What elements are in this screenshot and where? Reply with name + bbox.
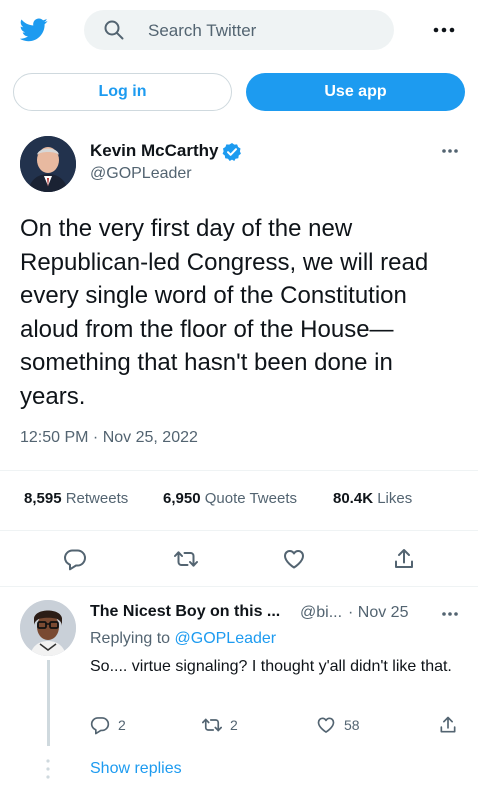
retweets-count: 8,595: [24, 490, 62, 507]
share-icon: [440, 716, 456, 733]
replying-to-mention[interactable]: @GOPLeader: [175, 630, 277, 647]
more-icon[interactable]: [440, 608, 460, 620]
reply-reply-action[interactable]: 2: [90, 715, 140, 735]
verified-badge-icon: [222, 143, 241, 161]
top-bar: Search Twitter: [0, 0, 478, 62]
divider: [0, 470, 478, 471]
more-icon[interactable]: [440, 145, 460, 157]
replying-to: Replying to @GOPLeader: [90, 630, 276, 648]
retweets-stat[interactable]: 8,595 Retweets: [24, 490, 128, 507]
reply-like-count: 58: [344, 717, 360, 733]
reply-icon: [90, 717, 110, 735]
retweets-label: Retweets: [65, 490, 129, 507]
reply-icon[interactable]: [63, 547, 87, 571]
reply-retweet-count: 2: [230, 717, 238, 733]
login-button[interactable]: Log in: [13, 73, 232, 111]
like-icon: [317, 717, 335, 733]
likes-stat[interactable]: 80.4K Likes: [333, 490, 412, 507]
search-placeholder: Search Twitter: [148, 21, 257, 40]
divider: [0, 586, 478, 587]
replying-to-prefix: Replying to: [90, 630, 171, 647]
reply-date[interactable]: · Nov 25: [348, 604, 408, 622]
search-icon: [104, 20, 124, 40]
show-replies-link[interactable]: Show replies: [90, 760, 182, 778]
author-handle[interactable]: @GOPLeader: [90, 165, 192, 183]
search-input[interactable]: Search Twitter: [84, 10, 394, 50]
use-app-button[interactable]: Use app: [246, 73, 465, 111]
quotes-label: Quote Tweets: [204, 490, 297, 507]
reply-retweet-action[interactable]: 2: [202, 715, 252, 735]
reply-author-handle[interactable]: @bi...: [300, 604, 342, 622]
tweet-text: On the very first day of the new Republi…: [20, 215, 429, 410]
retweet-icon[interactable]: [174, 547, 198, 571]
reply-author-avatar[interactable]: [20, 600, 76, 656]
author-avatar[interactable]: [20, 136, 76, 192]
reply-reply-count: 2: [118, 717, 126, 733]
tweet-timestamp[interactable]: 12:50 PM · Nov 25, 2022: [20, 429, 198, 447]
quotes-count: 6,950: [163, 490, 201, 507]
retweet-icon: [202, 718, 222, 732]
thread-line: [47, 660, 50, 746]
reply-text: So.... virtue signaling? I thought y'all…: [90, 658, 452, 675]
reply-like-action[interactable]: 58: [316, 715, 376, 735]
likes-count: 80.4K: [333, 490, 374, 507]
likes-label: Likes: [377, 490, 413, 507]
quote-tweets-stat[interactable]: 6,950 Quote Tweets: [163, 490, 297, 507]
author-name[interactable]: Kevin McCarthy: [90, 141, 218, 161]
reply-author-name[interactable]: The Nicest Boy on this ...: [90, 603, 280, 621]
tweet-stats: 8,595 Retweets 6,950 Quote Tweets 80.4K …: [20, 490, 460, 512]
like-icon[interactable]: [282, 547, 306, 571]
thread-dots: [46, 759, 50, 779]
reply-share-action[interactable]: [438, 715, 458, 735]
share-icon[interactable]: [392, 547, 416, 571]
divider: [0, 530, 478, 531]
more-icon[interactable]: [424, 20, 464, 40]
twitter-bird-icon[interactable]: [20, 18, 48, 42]
